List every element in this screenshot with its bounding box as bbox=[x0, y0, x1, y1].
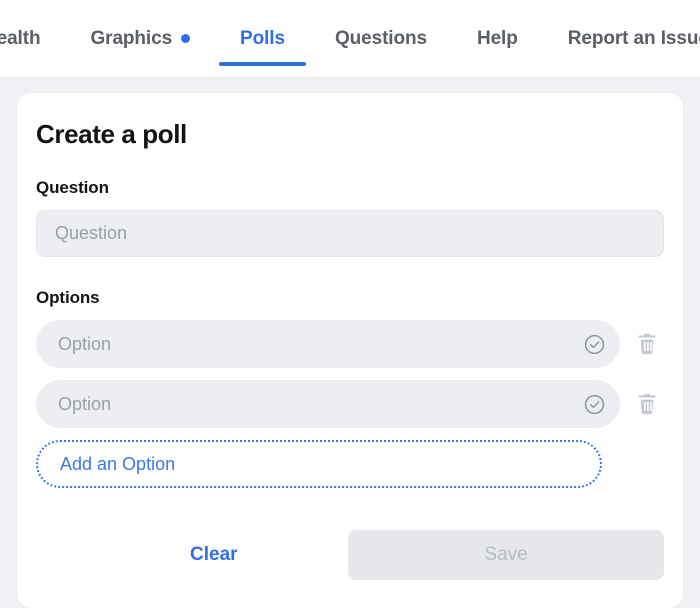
check-circle-icon[interactable] bbox=[583, 333, 606, 356]
tab-strip: Health Graphics Polls Questions Help Rep… bbox=[0, 0, 700, 77]
card-actions: Clear Save bbox=[36, 530, 664, 580]
option-input-1[interactable] bbox=[58, 333, 575, 355]
tab-label: Help bbox=[476, 27, 518, 49]
page-body: Create a poll Question Options bbox=[0, 78, 700, 608]
create-poll-card: Create a poll Question Options bbox=[17, 93, 683, 608]
tab-label: Graphics bbox=[90, 27, 173, 49]
question-input[interactable] bbox=[55, 223, 645, 244]
page-title: Create a poll bbox=[36, 119, 187, 149]
question-label: Question bbox=[36, 178, 109, 197]
option-input-2[interactable] bbox=[58, 393, 575, 415]
notification-dot-icon bbox=[181, 34, 191, 43]
tab-questions[interactable]: Questions bbox=[310, 0, 452, 77]
option-row bbox=[36, 320, 664, 368]
save-button[interactable]: Save bbox=[348, 530, 664, 580]
main-tab-bar: Health Graphics Polls Questions Help Rep… bbox=[0, 0, 700, 78]
trash-icon[interactable] bbox=[634, 331, 660, 357]
tab-label: Report an Issue bbox=[567, 27, 700, 49]
tab-help[interactable]: Help bbox=[452, 0, 543, 77]
option-field-2[interactable] bbox=[36, 380, 620, 428]
trash-icon[interactable] bbox=[634, 391, 660, 417]
tab-label: Polls bbox=[240, 27, 285, 49]
question-field[interactable] bbox=[36, 210, 664, 257]
check-circle-icon[interactable] bbox=[583, 393, 606, 416]
tab-label: Questions bbox=[334, 27, 427, 49]
add-option-label: Add an Option bbox=[60, 453, 176, 474]
option-field-1[interactable] bbox=[36, 320, 620, 368]
tab-health[interactable]: Health bbox=[0, 0, 65, 77]
tab-polls[interactable]: Polls bbox=[215, 0, 310, 77]
add-option-button[interactable]: Add an Option bbox=[36, 440, 602, 488]
tab-label: Health bbox=[0, 27, 41, 49]
option-row bbox=[36, 380, 664, 428]
tab-report-an-issue[interactable]: Report an Issue bbox=[543, 0, 700, 77]
tab-graphics[interactable]: Graphics bbox=[65, 0, 215, 77]
options-label: Options bbox=[36, 288, 100, 307]
clear-button[interactable]: Clear bbox=[172, 534, 256, 576]
